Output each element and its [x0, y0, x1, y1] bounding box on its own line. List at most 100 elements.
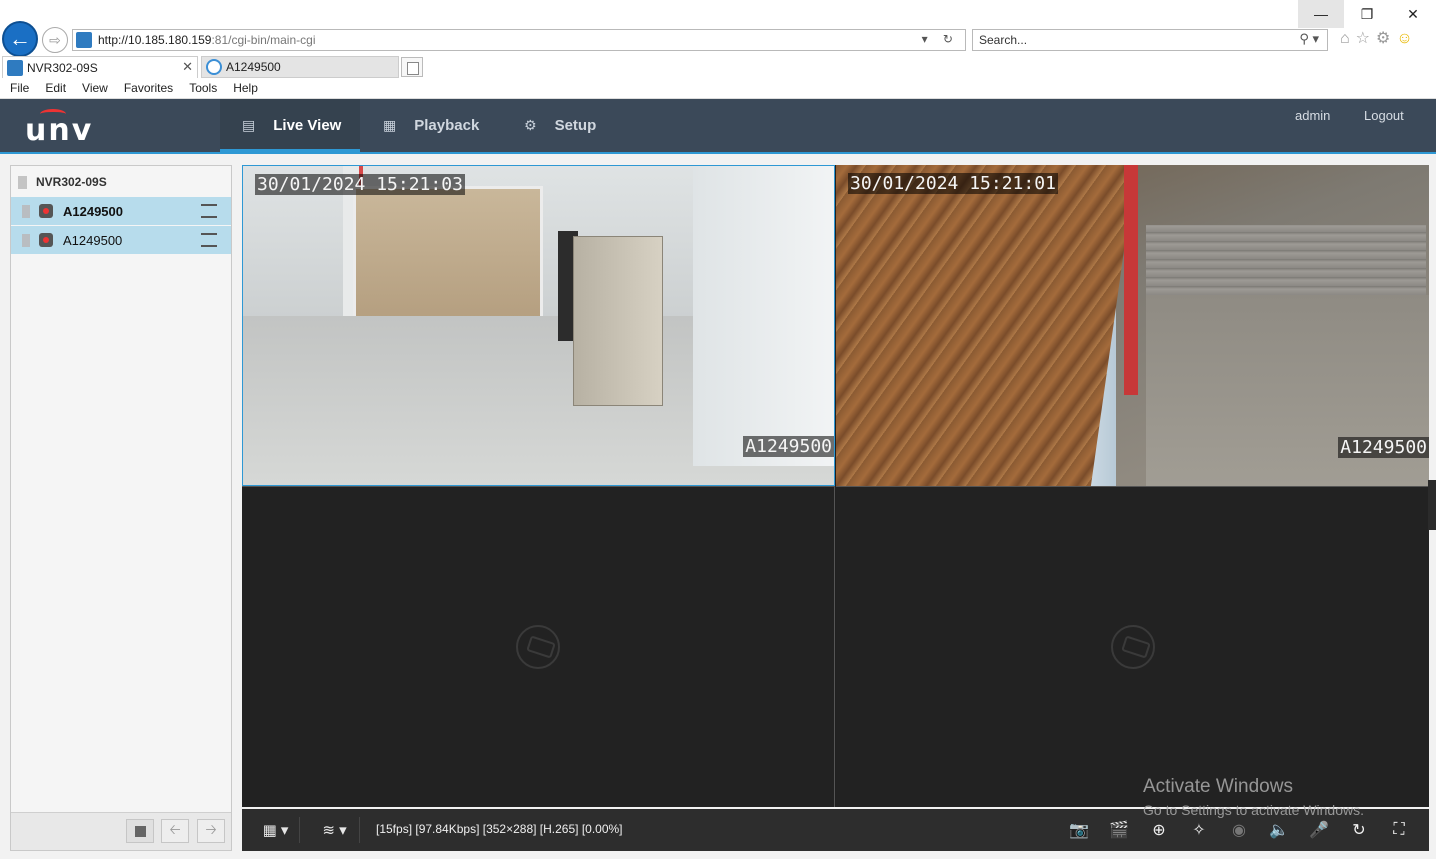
url-field[interactable]: http://10.185.180.159:81/cgi-bin/main-cg… — [72, 29, 966, 51]
back-button[interactable]: ← — [2, 21, 38, 57]
scene-wall — [693, 166, 834, 466]
tab-label: A1249500 — [226, 60, 281, 74]
panel-collapse-handle[interactable] — [1428, 480, 1436, 530]
video-pane-2[interactable]: 30/01/2024 15:21:01 A1249500 — [836, 165, 1429, 486]
next-page-button[interactable]: 🡢 — [197, 819, 225, 843]
arrow-left-icon: 🡠 — [169, 821, 181, 837]
camera-name: A1249500 — [63, 203, 123, 219]
drag-handle-icon — [22, 204, 30, 218]
search-placeholder: Search... — [979, 33, 1028, 47]
camera-item[interactable]: A1249500 — [11, 226, 231, 254]
video-pane-3[interactable] — [242, 486, 835, 807]
tab-label: NVR302-09S — [27, 60, 98, 75]
search-icon[interactable]: ⚲ ▾ — [1299, 31, 1319, 47]
record-settings-icon[interactable] — [201, 204, 217, 218]
live-view-toolbar: ▦ ▾ ≋ ▾ [15fps] [97.84Kbps] [352×288] [H… — [242, 809, 1429, 851]
site-favicon-icon — [76, 32, 92, 48]
scene-rusty-door — [836, 165, 1136, 486]
video-grid: 30/01/2024 15:21:03 A1249500 30/01/2024 … — [242, 165, 1429, 807]
site-favicon-icon — [7, 59, 23, 76]
restore-button[interactable]: ❐ — [1344, 0, 1390, 28]
window-controls: — ❐ ✕ — [1298, 0, 1436, 28]
digital-zoom-icon[interactable]: ⊕ — [1148, 819, 1170, 841]
forward-button[interactable]: ⇨ — [42, 27, 68, 53]
camera-live-icon — [39, 204, 53, 218]
osd-camera-name: A1249500 — [1338, 437, 1429, 458]
stream-select-button[interactable]: ≋ ▾ — [310, 817, 360, 843]
tab-playback-label: Playback — [414, 117, 480, 134]
tree-controls: 🡠 🡢 — [11, 812, 231, 850]
browser-toolbar-icons: ⌂☆⚙☺ — [1340, 28, 1419, 48]
arrow-left-icon: ← — [9, 26, 31, 51]
camera-item[interactable]: A1249500 — [11, 197, 231, 225]
tab-live-view-label: Live View — [273, 117, 342, 134]
home-icon[interactable]: ⌂ — [1340, 30, 1356, 47]
refresh-icon[interactable]: ▾ ↻ — [922, 32, 959, 46]
stream-info-text: [15fps] [97.84Kbps] [352×288] [H.265] [0… — [376, 822, 623, 836]
speaker-volume-icon[interactable]: 🔈 — [1268, 819, 1290, 841]
osd-timestamp: 30/01/2024 15:21:03 — [255, 174, 465, 195]
gear-icon: ⚙ — [524, 117, 537, 133]
snapshot-camera-icon[interactable]: 📷 — [1068, 819, 1090, 841]
no-video-camera-icon — [1110, 625, 1155, 669]
menu-edit[interactable]: Edit — [45, 81, 66, 95]
menu-favorites[interactable]: Favorites — [124, 81, 173, 95]
browser-address-bar: ← ⇨ http://10.185.180.159:81/cgi-bin/mai… — [0, 0, 1436, 57]
menu-file[interactable]: File — [10, 81, 29, 95]
fullscreen-icon[interactable]: ⛶ — [1388, 819, 1410, 841]
camera-name: A1249500 — [63, 232, 123, 248]
film-icon: ▦ — [383, 117, 397, 133]
tab-camera[interactable]: A1249500 — [201, 56, 399, 78]
ptz-control-icon[interactable]: ✧ — [1188, 819, 1210, 841]
settings-gear-icon[interactable]: ⚙ — [1376, 30, 1396, 47]
video-pane-4[interactable] — [836, 486, 1429, 807]
tab-setup-label: Setup — [554, 117, 597, 134]
browser-tab-bar: NVR302-09S ✕ A1249500 — [0, 56, 1436, 78]
video-pane-1[interactable]: 30/01/2024 15:21:03 A1249500 — [242, 165, 835, 486]
scene-red-frame — [1124, 165, 1138, 395]
favorites-star-icon[interactable]: ☆ — [1356, 30, 1376, 47]
unv-logo: unv — [25, 113, 94, 148]
tab-setup[interactable]: ⚙ Setup — [524, 99, 596, 152]
search-input[interactable]: Search... ⚲ ▾ — [972, 29, 1328, 51]
stop-all-button[interactable] — [126, 819, 154, 843]
grid-layout-icon: ▦ ▾ — [262, 822, 289, 839]
menu-help[interactable]: Help — [233, 81, 258, 95]
arrow-right-icon: ⇨ — [49, 31, 61, 48]
tab-playback[interactable]: ▦ Playback — [383, 99, 479, 152]
url-text: http://10.185.180.159:81/cgi-bin/main-cg… — [98, 33, 316, 47]
tab-live-view[interactable]: ▤ Live View — [220, 99, 360, 152]
osd-timestamp: 30/01/2024 15:21:01 — [848, 173, 1058, 194]
tab-nvr[interactable]: NVR302-09S ✕ — [2, 56, 198, 78]
osd-camera-name: A1249500 — [743, 436, 834, 457]
tree-root-label: NVR302-09S — [36, 175, 107, 189]
image-adjust-icon: ◉ — [1232, 822, 1246, 839]
tree-root-nvr[interactable]: NVR302-09S — [11, 168, 231, 196]
scene-brick-wall — [1146, 225, 1426, 295]
layout-select-button[interactable]: ▦ ▾ — [252, 817, 300, 843]
nvr-device-icon — [18, 175, 27, 189]
ie-icon — [206, 59, 222, 75]
device-tree-panel: NVR302-09S A1249500 A1249500 🡠 🡢 — [10, 165, 232, 851]
drag-handle-icon — [22, 233, 30, 247]
minimize-button[interactable]: — — [1298, 0, 1344, 28]
3d-zoom-icon[interactable]: ↻ — [1348, 819, 1370, 841]
arrow-right-icon: 🡢 — [205, 821, 217, 837]
close-window-button[interactable]: ✕ — [1390, 0, 1436, 28]
close-tab-icon[interactable]: ✕ — [182, 59, 193, 75]
scene-doorway — [353, 186, 543, 321]
menu-tools[interactable]: Tools — [189, 81, 217, 95]
monitor-icon: ▤ — [242, 117, 256, 133]
scene-cabinet — [573, 236, 663, 406]
record-settings-icon[interactable] — [201, 233, 217, 247]
stream-icon: ≋ ▾ — [322, 822, 347, 839]
previous-page-button[interactable]: 🡠 — [161, 819, 189, 843]
microphone-icon: 🎤 — [1309, 822, 1329, 839]
username-link[interactable]: admin — [1295, 108, 1330, 123]
logout-link[interactable]: Logout — [1364, 108, 1404, 123]
new-tab-button[interactable] — [401, 57, 423, 77]
feedback-smiley-icon[interactable]: ☺ — [1396, 30, 1418, 47]
menu-view[interactable]: View — [82, 81, 108, 95]
browser-menu-bar: File Edit View Favorites Tools Help — [0, 78, 1436, 99]
record-clip-icon[interactable]: 🎬 — [1108, 819, 1130, 841]
